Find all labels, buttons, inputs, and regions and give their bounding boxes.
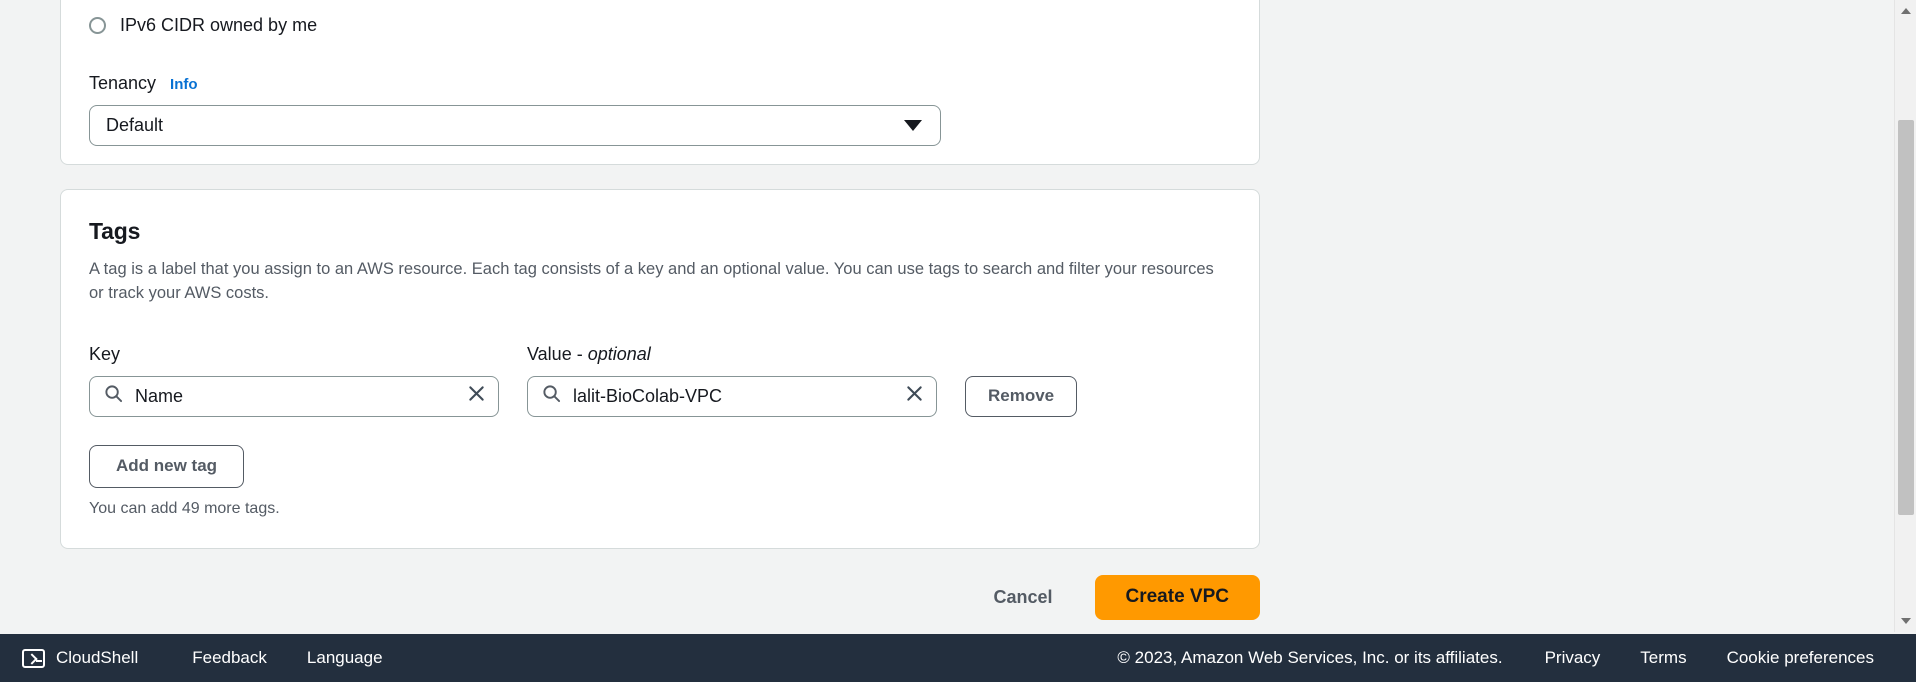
page-scrollbar[interactable] [1894,0,1916,632]
cloudshell-label: CloudShell [56,648,139,667]
cloudshell-button[interactable]: CloudShell [22,648,172,668]
search-icon [542,384,561,408]
remove-tag-button[interactable]: Remove [965,375,1078,417]
scrollbar-thumb[interactable] [1898,120,1914,515]
privacy-link[interactable]: Privacy [1525,648,1621,668]
tag-value-label: Value - optional [527,344,937,365]
tags-section-title: Tags [89,218,141,244]
tag-value-column: Value - optional [527,344,937,417]
form-actions: Cancel Create VPC [60,574,1260,620]
vpc-create-page: IPv6 CIDR owned by me Tenancy Info Defau… [0,0,1916,682]
tenancy-selected-value: Default [106,115,164,135]
footer-left-group: CloudShell Feedback Language [0,648,403,668]
radio-icon[interactable] [89,16,106,34]
radio-option-label: IPv6 CIDR owned by me [120,15,318,35]
tag-key-input-wrapper[interactable] [89,375,499,417]
cancel-button[interactable]: Cancel [971,577,1074,618]
tag-value-label-prefix: Value - [527,343,588,364]
scrollbar-down-arrow[interactable] [1895,610,1916,632]
tenancy-label-row: Tenancy Info [89,73,941,94]
add-new-tag-button[interactable]: Add new tag [89,444,245,488]
tags-section-description: A tag is a label that you assign to an A… [89,260,1214,303]
chevron-down-icon [1901,618,1911,624]
tag-key-label: Key [89,343,121,364]
tag-remove-column: Remove [965,375,1078,417]
tag-row: Key Name Value - optional lalit-BioColab… [89,344,1231,417]
create-vpc-button[interactable]: Create VPC [1094,574,1260,620]
feedback-link[interactable]: Feedback [172,648,287,668]
tenancy-label: Tenancy [89,73,157,93]
chevron-down-icon[interactable] [904,120,922,131]
scrollbar-up-arrow[interactable] [1895,0,1916,22]
cloudshell-terminal-icon [22,648,45,668]
clear-value-icon[interactable] [905,384,924,408]
tags-remaining-hint: You can add 49 more tags. [89,499,280,517]
footer-right-group: © 2023, Amazon Web Services, Inc. or its… [1117,648,1916,668]
language-link[interactable]: Language [287,648,403,668]
copyright-text: © 2023, Amazon Web Services, Inc. or its… [1117,648,1503,667]
search-icon [104,384,123,408]
tenancy-select[interactable]: Default [89,105,941,146]
page-footer: CloudShell Feedback Language © 2023, Ama… [0,634,1916,682]
tag-key-column: Key [89,344,499,417]
radio-option-ipv6-cidr-owned[interactable]: IPv6 CIDR owned by me [89,16,317,34]
tag-value-input[interactable] [573,385,897,407]
clear-key-icon[interactable] [467,384,486,408]
form-column: IPv6 CIDR owned by me Tenancy Info Defau… [60,0,1260,620]
tenancy-field: Tenancy Info Default [89,73,941,146]
tags-panel: Tags A tag is a label that you assign to… [60,189,1260,549]
tag-value-label-optional: optional [587,343,651,364]
cookie-preferences-link[interactable]: Cookie preferences [1707,648,1894,668]
chevron-up-icon [1901,8,1911,14]
terms-link[interactable]: Terms [1620,648,1706,668]
tenancy-info-link[interactable]: Info [170,76,198,93]
vpc-settings-panel: IPv6 CIDR owned by me Tenancy Info Defau… [60,0,1260,165]
tag-value-input-wrapper[interactable] [527,375,937,417]
tag-key-input[interactable] [135,385,459,407]
